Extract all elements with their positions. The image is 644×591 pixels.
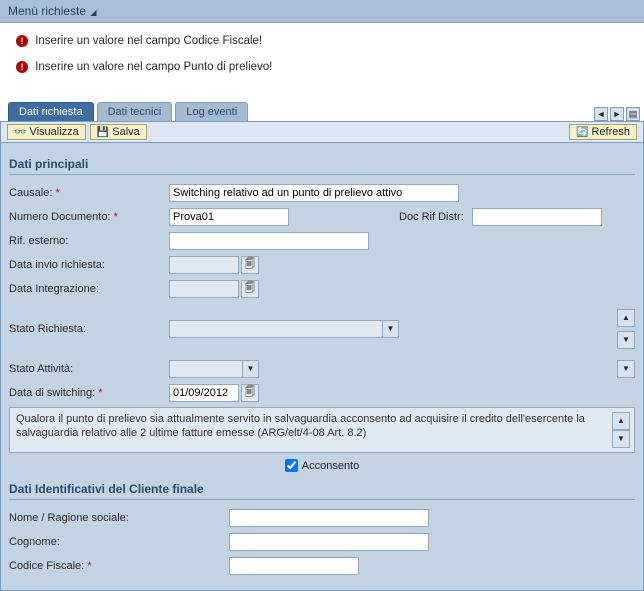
acconsento-checkbox[interactable] [285,459,298,472]
row-statoric: Stato Richiesta: ▼ ▲ ▼ [9,309,635,349]
row-numdoc: Numero Documento: * Doc Rif Distr: [9,207,635,227]
data-invio-input[interactable] [169,256,239,274]
stato-attivita-select[interactable]: ▼ [169,360,259,378]
codice-fiscale-input[interactable] [229,557,359,575]
alert-row: ! Inserire un valore nel campo Punto di … [10,57,278,77]
chevron-down-icon[interactable]: ▼ [382,321,398,337]
row-datainvio: Data invio richiesta: 🗐 [9,255,635,275]
error-icon: ! [16,61,28,73]
alert-text: Inserire un valore nel campo Punto di pr… [35,61,272,73]
error-icon: ! [16,35,28,47]
section-dati-principali: Dati principali [9,157,635,175]
label-nome: Nome / Ragione sociale: [9,512,229,524]
section-client: Dati Identificativi del Cliente finale [9,482,635,500]
refresh-icon: 🔄 [576,127,588,138]
save-icon: 💾 [97,127,109,138]
label-causale: Causale: * [9,187,169,199]
row-nome: Nome / Ragione sociale: [9,508,635,528]
tab-nav: ◄ ► ▤ [594,107,640,121]
refresh-label: Refresh [591,126,630,138]
row-cf: Codice Fiscale: * [9,556,635,576]
row-cognome: Cognome: [9,532,635,552]
causale-input[interactable] [169,184,459,202]
stato-richiesta-select[interactable]: ▼ [169,320,399,338]
label-statoatt: Stato Attività: [9,363,169,375]
visualizza-button[interactable]: 👓 Visualizza [7,124,86,140]
toolbar: 👓 Visualizza 💾 Salva 🔄 Refresh [0,121,644,143]
textarea-scroll: ▲ ▼ [612,412,628,448]
menu-bar: Menù richieste ◢ [0,0,644,23]
label-statoric: Stato Richiesta: [9,323,169,335]
label-docrif: Doc Rif Distr: [399,211,464,223]
step-down-button[interactable]: ▼ [617,331,635,349]
content-area: Dati principali Causale: * Numero Docume… [0,143,644,591]
glasses-icon: 👓 [14,127,26,138]
numero-documento-input[interactable] [169,208,289,226]
stato-attivita-stepper: ▼ [617,360,635,378]
row-causale: Causale: * [9,183,635,203]
tab-dati-richiesta[interactable]: Dati richiesta [8,102,94,121]
menu-richieste[interactable]: Menù richieste ◢ [8,4,97,18]
tab-strip: Dati richiesta Dati tecnici Log eventi ◄… [0,101,644,121]
label-dataint: Data Integrazione: [9,283,169,295]
label-numdoc: Numero Documento: * [9,211,169,223]
tab-list-button[interactable]: ▤ [626,107,640,121]
date-picker-icon[interactable]: 🗐 [241,280,259,298]
salva-button[interactable]: 💾 Salva [90,124,147,140]
label-cognome: Cognome: [9,536,229,548]
nome-input[interactable] [229,509,429,527]
date-picker-icon[interactable]: 🗐 [241,384,259,402]
rif-esterno-input[interactable] [169,232,369,250]
label-cf: Codice Fiscale: * [9,560,229,572]
row-statoatt: Stato Attività: ▼ ▼ [9,359,635,379]
tab-dati-tecnici[interactable]: Dati tecnici [97,102,173,121]
consent-textarea[interactable]: Qualora il punto di prelievo sia attualm… [9,407,635,453]
menu-caret-icon: ◢ [90,8,96,17]
row-dataswitch: Data di switching: * 🗐 [9,383,635,403]
cognome-input[interactable] [229,533,429,551]
alert-row: ! Inserire un valore nel campo Codice Fi… [10,31,268,51]
tab-next-button[interactable]: ► [610,107,624,121]
alerts-area: ! Inserire un valore nel campo Codice Fi… [0,23,644,89]
row-rifest: Rif. esterno: [9,231,635,251]
doc-rif-distr-input[interactable] [472,208,602,226]
data-switching-input[interactable] [169,384,239,402]
salva-label: Salva [112,126,140,138]
stato-richiesta-stepper: ▲ ▼ [617,309,635,349]
label-datainvio: Data invio richiesta: [9,259,169,271]
scroll-up-button[interactable]: ▲ [612,412,630,430]
tab-prev-button[interactable]: ◄ [594,107,608,121]
label-dataswitch: Data di switching: * [9,387,169,399]
date-picker-icon[interactable]: 🗐 [241,256,259,274]
alert-text: Inserire un valore nel campo Codice Fisc… [35,35,262,47]
refresh-button[interactable]: 🔄 Refresh [569,124,637,140]
step-up-button[interactable]: ▲ [617,309,635,327]
acconsento-label: Acconsento [302,460,359,472]
consent-text: Qualora il punto di prelievo sia attualm… [16,412,608,448]
tab-log-eventi[interactable]: Log eventi [175,102,248,121]
step-down-button[interactable]: ▼ [617,360,635,378]
chevron-down-icon[interactable]: ▼ [242,361,258,377]
row-dataint: Data Integrazione: 🗐 [9,279,635,299]
client-section: Nome / Ragione sociale: Cognome: Codice … [9,508,635,576]
row-acconsento: Acconsento [9,459,635,472]
data-integrazione-input[interactable] [169,280,239,298]
scroll-down-button[interactable]: ▼ [612,430,630,448]
visualizza-label: Visualizza [29,126,78,138]
menu-label: Menù richieste [8,4,86,18]
label-rifest: Rif. esterno: [9,235,169,247]
